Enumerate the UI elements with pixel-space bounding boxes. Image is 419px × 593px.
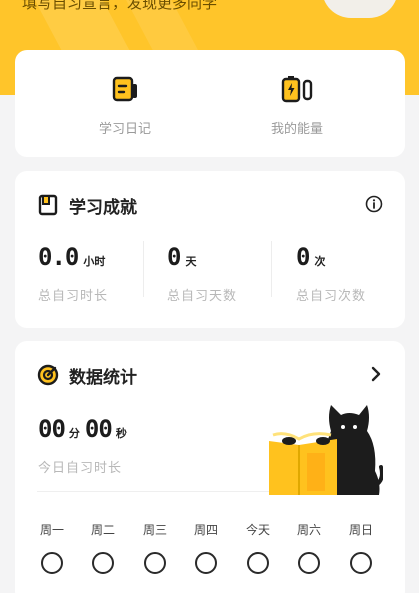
metric-unit: 小时 bbox=[83, 255, 106, 268]
achievements-card: 学习成就 0.0 小时 总自习时长 0 天 总自习天数 0 次 总自习次数 bbox=[15, 171, 405, 328]
day-circle bbox=[41, 552, 63, 574]
day-circle bbox=[350, 552, 372, 574]
stats-card[interactable]: 数据统计 00 分 00 秒 今日自习时长 周一 周二 周三 周四 今天 周六 … bbox=[15, 341, 405, 593]
cat-reading-illustration bbox=[269, 405, 383, 495]
today-study-time: 00 分 00 秒 今日自习时长 bbox=[38, 415, 132, 476]
diary-icon bbox=[112, 76, 137, 102]
day-sun[interactable]: 周日 bbox=[341, 521, 381, 574]
achievements-title: 学习成就 bbox=[69, 197, 137, 218]
day-thu[interactable]: 周四 bbox=[186, 521, 226, 574]
day-circle bbox=[195, 552, 217, 574]
day-label: 今天 bbox=[245, 523, 270, 537]
avatar[interactable] bbox=[322, 0, 398, 18]
study-diary-label: 学习日记 bbox=[98, 122, 151, 137]
day-label: 周一 bbox=[39, 523, 64, 537]
day-label: 周四 bbox=[193, 523, 218, 537]
declaration-prompt[interactable]: 填写自习宣言，发现更多同学 bbox=[22, 0, 217, 13]
day-circle bbox=[92, 552, 114, 574]
metric-value: 0.0 bbox=[38, 243, 79, 271]
day-mon[interactable]: 周一 bbox=[32, 521, 72, 574]
achievements-header: 学习成就 bbox=[37, 193, 137, 218]
target-icon bbox=[37, 364, 59, 386]
seconds-unit: 秒 bbox=[115, 427, 127, 440]
day-circle bbox=[298, 552, 320, 574]
day-today[interactable]: 今天 bbox=[238, 521, 278, 574]
weekly-checkin: 周一 周二 周三 周四 今天 周六 周日 bbox=[15, 521, 405, 581]
divider bbox=[37, 491, 285, 492]
metric-unit: 天 bbox=[185, 255, 197, 268]
divider bbox=[143, 241, 144, 297]
metric-label: 总自习天数 bbox=[167, 289, 238, 304]
stats-title: 数据统计 bbox=[69, 367, 137, 388]
day-label: 周三 bbox=[142, 523, 167, 537]
day-wed[interactable]: 周三 bbox=[135, 521, 175, 574]
metric-value: 0 bbox=[167, 243, 181, 271]
day-circle bbox=[247, 552, 269, 574]
day-tue[interactable]: 周二 bbox=[83, 521, 123, 574]
metric-label: 总自习时长 bbox=[38, 289, 109, 304]
stats-header: 数据统计 bbox=[37, 363, 137, 388]
info-icon[interactable] bbox=[365, 195, 383, 213]
metric-unit: 次 bbox=[314, 255, 326, 268]
divider bbox=[271, 241, 272, 297]
day-label: 周六 bbox=[296, 523, 321, 537]
metric-label: 总自习次数 bbox=[296, 289, 367, 304]
my-energy-button[interactable]: 我的能量 bbox=[237, 74, 357, 137]
minutes-value: 00 bbox=[38, 415, 66, 443]
today-label: 今日自习时长 bbox=[38, 461, 123, 476]
battery-icon bbox=[281, 76, 313, 103]
total-study-sessions: 0 次 总自习次数 bbox=[296, 243, 366, 304]
day-circle bbox=[144, 552, 166, 574]
total-study-days: 0 天 总自习天数 bbox=[167, 243, 237, 304]
chevron-right-icon[interactable] bbox=[369, 365, 383, 383]
day-label: 周二 bbox=[90, 523, 115, 537]
my-energy-label: 我的能量 bbox=[270, 122, 323, 137]
day-label: 周日 bbox=[348, 523, 373, 537]
shortcuts-card: 学习日记 我的能量 bbox=[15, 50, 405, 157]
notebook-icon bbox=[38, 194, 58, 216]
study-diary-button[interactable]: 学习日记 bbox=[65, 74, 185, 137]
day-sat[interactable]: 周六 bbox=[289, 521, 329, 574]
metric-value: 0 bbox=[296, 243, 310, 271]
seconds-value: 00 bbox=[84, 415, 113, 443]
minutes-unit: 分 bbox=[68, 427, 80, 440]
total-study-hours: 0.0 小时 总自习时长 bbox=[38, 243, 108, 304]
